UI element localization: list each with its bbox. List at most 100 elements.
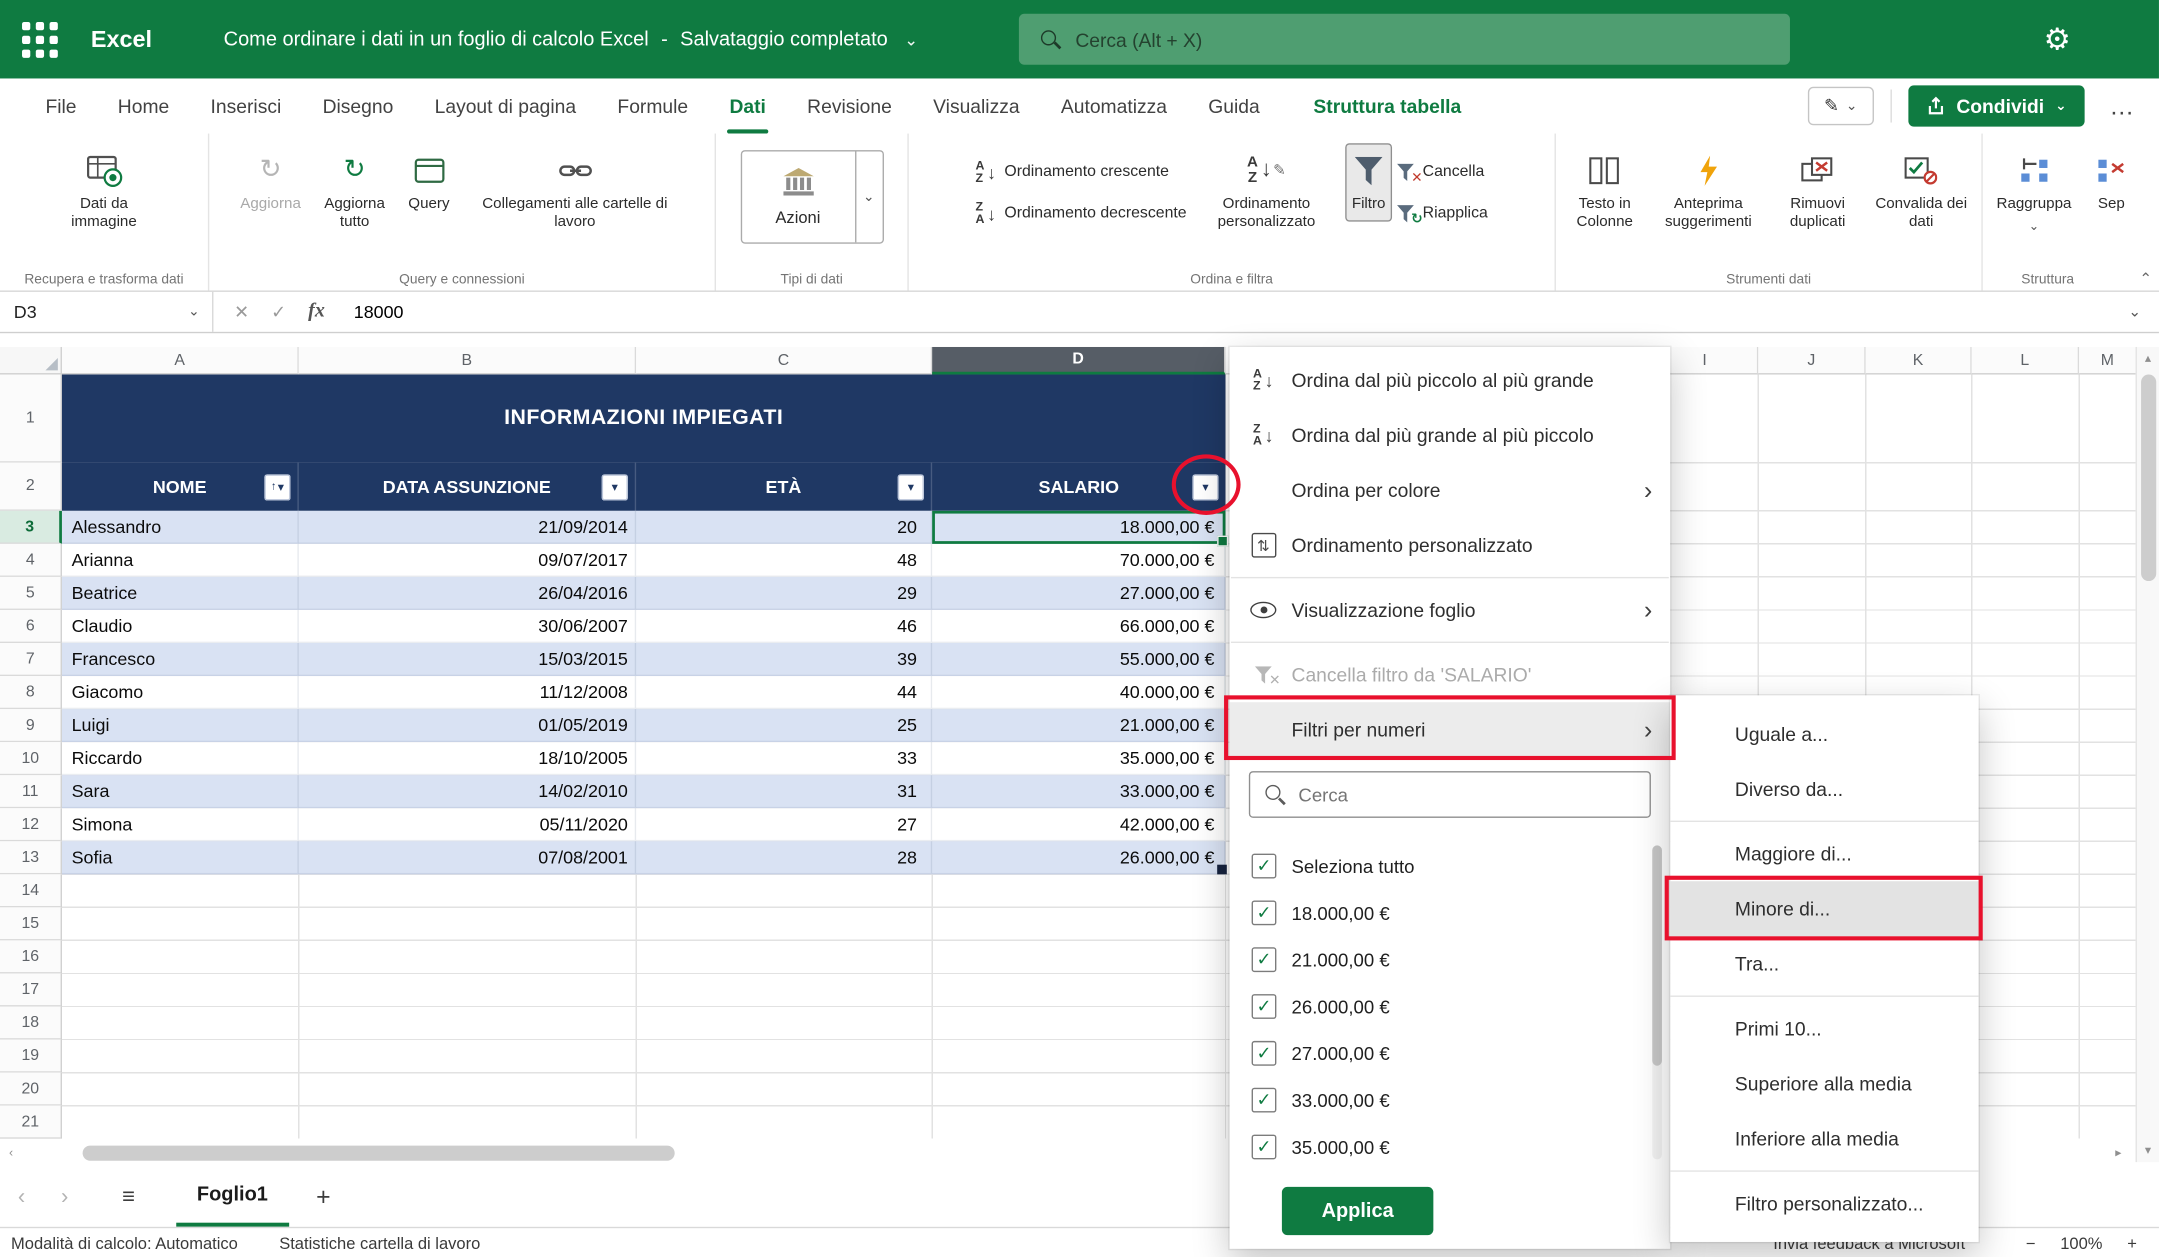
submenu-below-average[interactable]: Inferiore alla media [1670,1111,1978,1166]
header-salario[interactable]: SALARIO ▾ [932,463,1225,511]
share-button[interactable]: Condividi ⌄ [1908,85,2084,126]
cell-name[interactable]: Beatrice [62,577,299,610]
cell-age[interactable]: 25 [636,709,932,742]
tab-inserisci[interactable]: Inserisci [190,78,302,133]
save-status[interactable]: Salvataggio completato [680,28,888,50]
zoom-level[interactable]: 100% [2060,1233,2102,1252]
filter-button-nome[interactable]: ↑▾ [264,474,290,500]
flash-fill-button[interactable]: Anteprima suggerimenti [1651,145,1766,239]
cell-age[interactable]: 33 [636,742,932,775]
row-header-9[interactable]: 9 [0,709,62,742]
checkbox-value[interactable]: ✓ 33.000,00 € [1230,1077,1671,1124]
menu-sort-small-to-large[interactable]: AZ↓ Ordina dal più piccolo al più grande [1230,352,1671,407]
row-header-4[interactable]: 4 [0,544,62,577]
remove-duplicates-button[interactable]: Rimuovi duplicati [1771,145,1863,239]
cell-date[interactable]: 15/03/2015 [299,643,636,676]
filter-button-salario[interactable]: ▾ [1192,474,1218,500]
tab-guida[interactable]: Guida [1188,78,1281,133]
custom-sort-button[interactable]: AZ ↓ ✎ Ordinamento personalizzato [1192,145,1341,239]
formula-input[interactable]: 18000 [345,302,2110,323]
checkbox-checked-icon[interactable]: ✓ [1252,900,1277,925]
zoom-in-button[interactable]: + [2127,1233,2137,1252]
tab-formule[interactable]: Formule [597,78,709,133]
scroll-left-icon[interactable]: ‹ [0,1146,22,1160]
cell-date[interactable]: 07/08/2001 [299,841,636,874]
column-header-a[interactable]: A [62,347,299,375]
cell-name[interactable]: Luigi [62,709,299,742]
zoom-out-button[interactable]: − [2026,1233,2036,1252]
row-header-10[interactable]: 10 [0,742,62,775]
cell-date[interactable]: 05/11/2020 [299,808,636,841]
vertical-scrollbar[interactable]: ▴ ▾ [2136,347,2159,1162]
scroll-up-icon[interactable]: ▴ [2137,351,2159,366]
submenu-less-than[interactable]: Minore di... [1670,881,1978,936]
row-header-1[interactable]: 1 [0,375,62,463]
name-box[interactable]: D3 ⌄ [0,292,213,332]
row-header-18[interactable]: 18 [0,1007,62,1040]
cell-salary-selected[interactable]: 18.000,00 € [932,511,1225,544]
row-header-12[interactable]: 12 [0,808,62,841]
cell-age[interactable]: 48 [636,544,932,577]
group-rows-button[interactable]: Raggruppa ⌄ [1991,145,2077,241]
all-sheets-menu-icon[interactable]: ≡ [103,1185,154,1210]
cell-name[interactable]: Giacomo [62,676,299,709]
cell-date[interactable]: 01/05/2019 [299,709,636,742]
submenu-not-equals[interactable]: Diverso da... [1670,761,1978,816]
tab-home[interactable]: Home [97,78,190,133]
cancel-entry-icon[interactable]: ✕ [234,301,249,323]
expand-formula-bar-chevron[interactable]: ⌄ [2110,303,2158,321]
row-header-8[interactable]: 8 [0,676,62,709]
header-data-assunzione[interactable]: DATA ASSUNZIONE ▾ [299,463,636,511]
row-header-14[interactable]: 14 [0,874,62,907]
sheet-nav-back-icon[interactable]: ‹ [0,1185,43,1210]
cell-name[interactable]: Riccardo [62,742,299,775]
add-sheet-button[interactable]: + [297,1183,350,1212]
apply-filter-button[interactable]: Applica [1282,1187,1433,1235]
text-to-columns-button[interactable]: Testo in Colonne [1564,145,1645,239]
checkbox-value[interactable]: ✓ 35.000,00 € [1230,1124,1671,1171]
row-header-16[interactable]: 16 [0,940,62,973]
cell-date[interactable]: 11/12/2008 [299,676,636,709]
ungroup-button-clipped[interactable]: Sep [2091,145,2132,221]
document-title[interactable]: Come ordinare i dati in un foglio di cal… [224,28,918,50]
cell-age[interactable]: 46 [636,610,932,643]
cell-salary[interactable]: 42.000,00 € [932,808,1225,841]
table-title-cell[interactable]: INFORMAZIONI IMPIEGATI [62,375,1225,463]
table-resize-handle[interactable] [1217,865,1227,875]
checkbox-value[interactable]: ✓ 27.000,00 € [1230,1030,1671,1077]
cell-name[interactable]: Alessandro [62,511,299,544]
column-header-b[interactable]: B [299,347,636,375]
submenu-custom-filter[interactable]: Filtro personalizzato... [1670,1176,1978,1231]
checkbox-select-all[interactable]: ✓ Seleziona tutto [1230,843,1671,890]
row-header-13[interactable]: 13 [0,841,62,874]
more-options-button[interactable]: … [2101,92,2142,121]
horizontal-scroll-thumb[interactable] [83,1145,675,1160]
cell-age[interactable]: 29 [636,577,932,610]
row-header-11[interactable]: 11 [0,775,62,808]
editing-mode-button[interactable]: ✎ ⌄ [1808,87,1874,126]
filter-list-scrollbar[interactable] [1652,845,1662,1159]
filter-search-box[interactable] [1249,771,1651,818]
cell-salary[interactable]: 55.000,00 € [932,643,1225,676]
row-header-3-selected[interactable]: 3 [0,511,62,544]
workbook-links-button[interactable]: Collegamenti alle cartelle di lavoro [461,145,690,239]
horizontal-scroll-track[interactable] [22,1145,1230,1160]
column-header-l[interactable]: L [1972,347,2079,375]
row-header-15[interactable]: 15 [0,907,62,940]
tab-automatizza[interactable]: Automatizza [1040,78,1187,133]
checkbox-value[interactable]: ✓ 26.000,00 € [1230,983,1671,1030]
row-header-2[interactable]: 2 [0,463,62,511]
cell-age[interactable]: 44 [636,676,932,709]
cell-name[interactable]: Sara [62,775,299,808]
data-validation-button[interactable]: Convalida dei dati [1869,145,1973,239]
tab-dati[interactable]: Dati [709,78,787,133]
row-header-19[interactable]: 19 [0,1040,62,1073]
app-launcher-waffle-icon[interactable] [15,14,65,64]
submenu-equals[interactable]: Uguale a... [1670,706,1978,761]
checkbox-checked-icon[interactable]: ✓ [1252,1088,1277,1113]
search-box[interactable] [1019,14,1790,65]
submenu-greater-than[interactable]: Maggiore di... [1670,826,1978,881]
cell-salary[interactable]: 35.000,00 € [932,742,1225,775]
cell-salary[interactable]: 27.000,00 € [932,577,1225,610]
cell-name[interactable]: Claudio [62,610,299,643]
